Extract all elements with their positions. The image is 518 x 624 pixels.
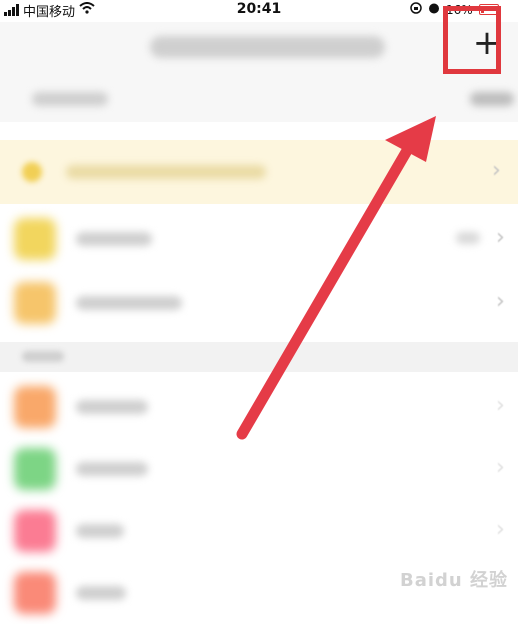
- list-item[interactable]: ›: [0, 376, 518, 438]
- folder-icon: [14, 386, 56, 428]
- list-item[interactable]: ›: [0, 208, 518, 270]
- list-item-label-blurred: [76, 400, 148, 414]
- folder-icon: [14, 218, 56, 260]
- folder-icon: [14, 510, 56, 552]
- account-title-blurred: [150, 36, 385, 58]
- list-item-count-blurred: [456, 232, 480, 244]
- rotation-lock-icon: [410, 2, 422, 17]
- chevron-right-icon: ›: [496, 517, 505, 542]
- sub-toolbar: [0, 76, 518, 122]
- section-header-label-blurred: [22, 351, 64, 362]
- chevron-right-icon: ›: [496, 455, 505, 480]
- status-bar: 中国移动 20:41 16%: [0, 0, 518, 22]
- list-item-label-blurred: [76, 296, 182, 310]
- chevron-right-icon: ›: [496, 225, 505, 250]
- navigation-bar: [0, 22, 518, 76]
- chevron-right-icon: ›: [496, 289, 505, 314]
- folder-icon: [14, 448, 56, 490]
- list-item[interactable]: ›: [0, 500, 518, 562]
- alarm-icon: [428, 2, 440, 17]
- folder-icon: [14, 282, 56, 324]
- annotation-highlight-box: [443, 6, 501, 74]
- folder-icon: [14, 572, 56, 614]
- edit-button-blurred[interactable]: [470, 92, 514, 106]
- list-item-label-blurred: [76, 586, 126, 600]
- back-button-blurred[interactable]: [32, 92, 108, 106]
- list-item-label-blurred: [76, 232, 152, 246]
- list-item[interactable]: ›: [0, 438, 518, 500]
- chevron-right-icon: ›: [496, 393, 505, 418]
- list-item-label-blurred: [76, 462, 148, 476]
- banner-icon: [22, 162, 42, 182]
- baidu-watermark: Baidu 经验: [400, 570, 509, 591]
- chevron-right-icon: ›: [492, 158, 501, 183]
- highlight-banner-row[interactable]: ›: [0, 140, 518, 204]
- section-header: [0, 342, 518, 372]
- banner-text-blurred: [66, 165, 266, 179]
- list-item-label-blurred: [76, 524, 124, 538]
- list-item[interactable]: ›: [0, 272, 518, 334]
